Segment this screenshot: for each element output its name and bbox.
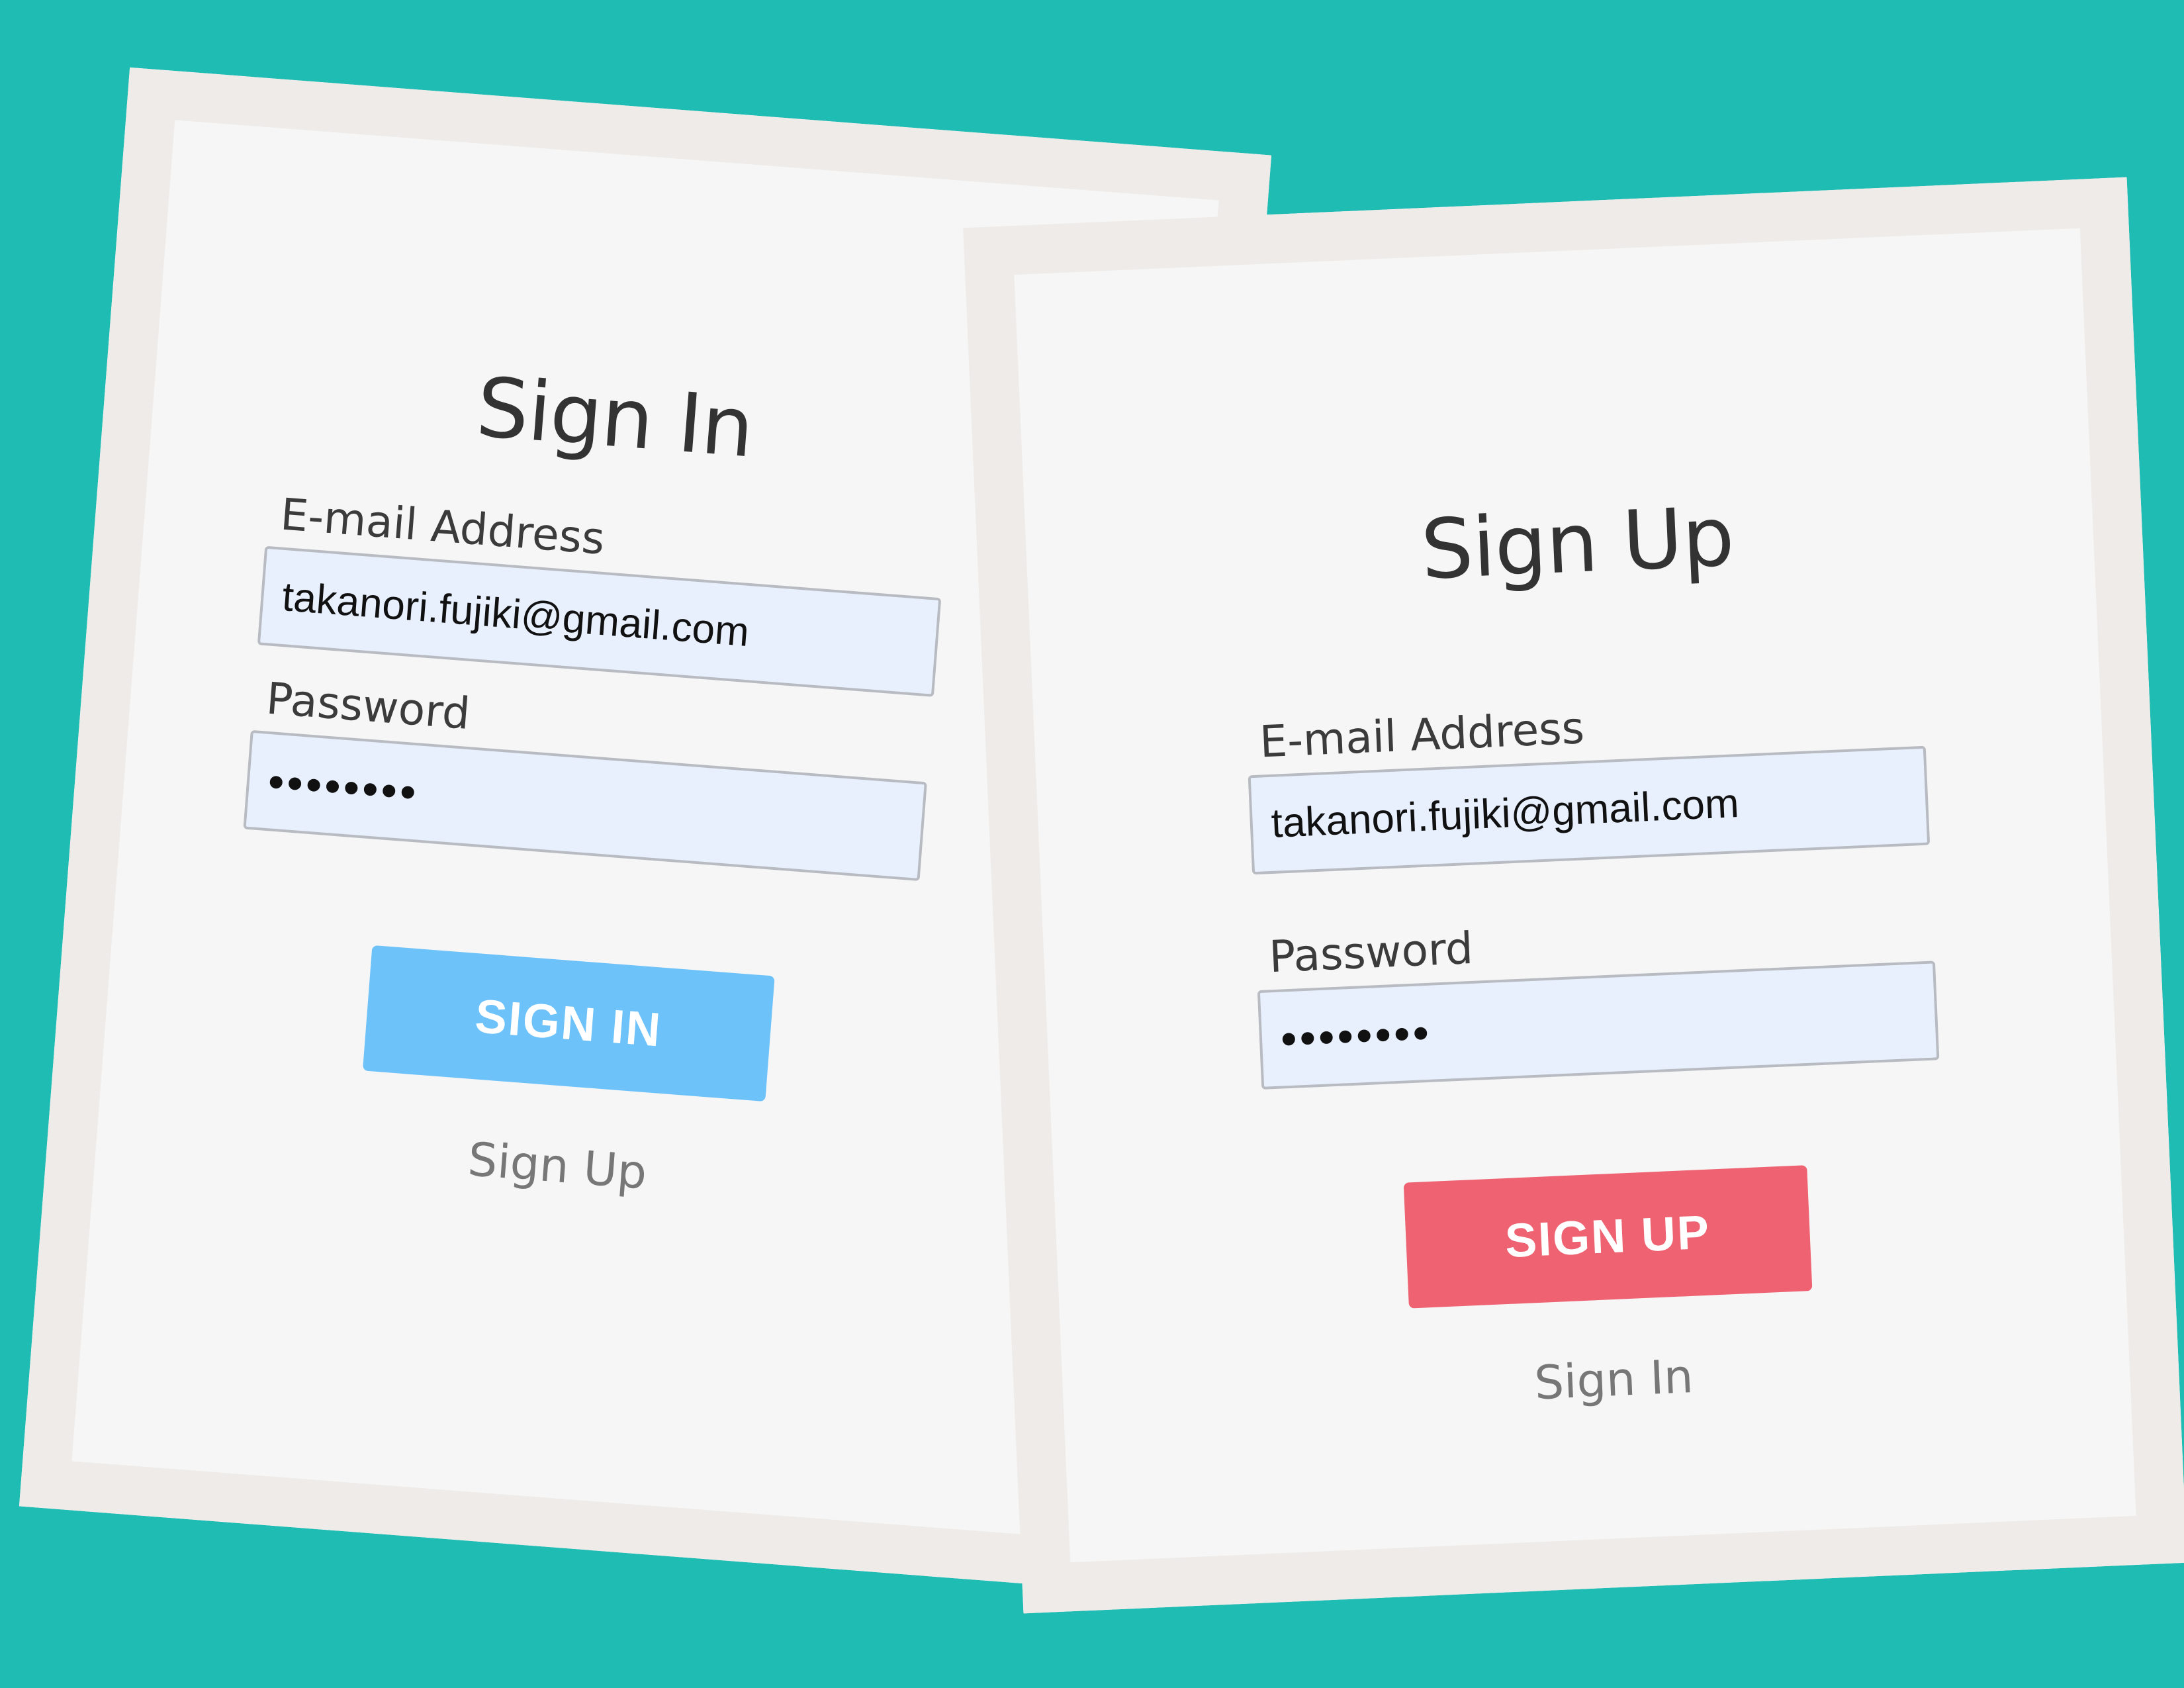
signup-form: Sign Up E-mail Address Password SIGN UP … — [1236, 484, 1954, 1421]
signup-title: Sign Up — [1419, 489, 1736, 598]
signin-title: Sign In — [473, 359, 757, 477]
signin-link[interactable]: Sign In — [1274, 1337, 1954, 1421]
signup-link[interactable]: Sign Up — [217, 1113, 897, 1219]
signup-button[interactable]: SIGN UP — [1403, 1164, 1812, 1309]
signin-button[interactable]: SIGN IN — [362, 945, 775, 1102]
signin-form: Sign In E-mail Address Password SIGN IN … — [217, 348, 956, 1219]
signup-card: Sign Up E-mail Address Password SIGN UP … — [963, 177, 2184, 1614]
signup-email-input[interactable] — [1248, 745, 1931, 875]
signup-password-input[interactable] — [1257, 960, 1940, 1090]
